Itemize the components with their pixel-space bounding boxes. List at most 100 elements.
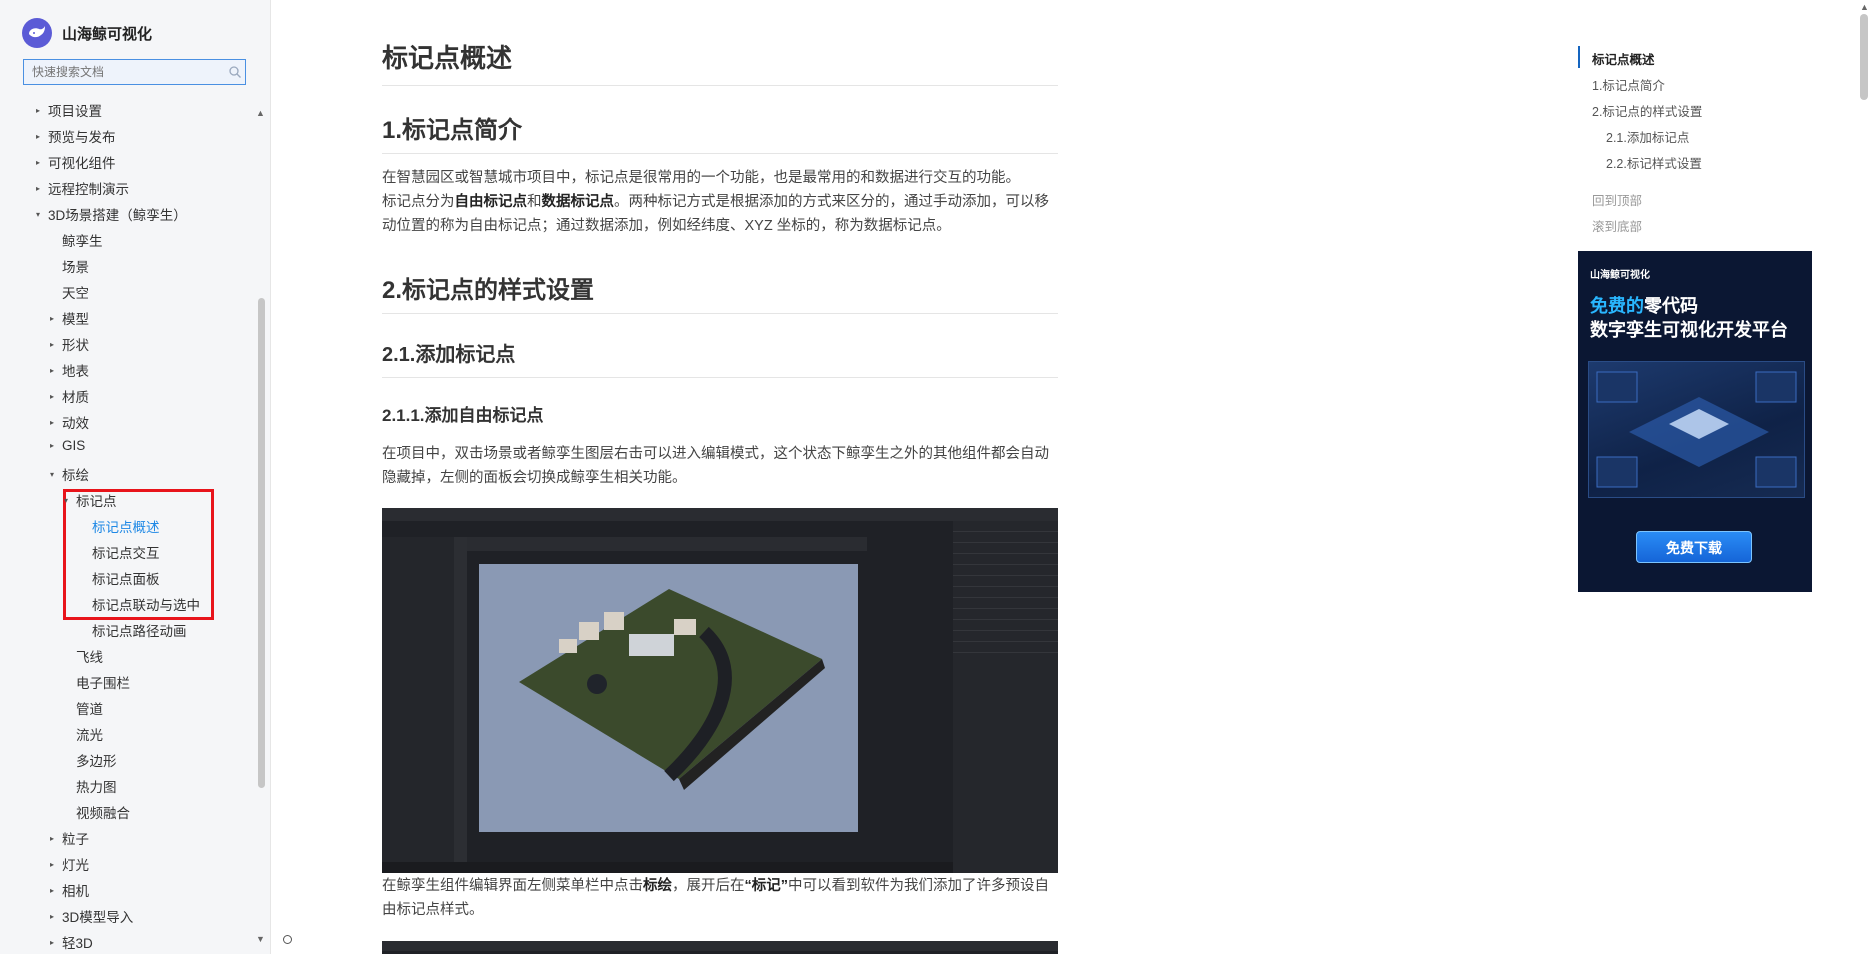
toc-item-2[interactable]: 2.标记点的样式设置 xyxy=(1592,101,1702,120)
sidebar-item-23[interactable]: 管道 xyxy=(76,698,103,718)
sidebar-item-label: 天空 xyxy=(62,286,89,301)
sidebar-item-29[interactable]: ▸ 灯光 xyxy=(50,854,89,874)
back-to-top-link[interactable]: 回到顶部 xyxy=(1592,190,1642,209)
editor-screenshot-image xyxy=(382,508,1058,873)
sidebar-item-3[interactable]: ▸ 远程控制演示 xyxy=(36,178,129,198)
sidebar-item-12[interactable]: ▸ 动效 xyxy=(50,412,89,432)
brand[interactable]: 山海鲸可视化 xyxy=(22,18,152,48)
sidebar-item-0[interactable]: ▸ 项目设置 xyxy=(36,100,102,120)
sidebar-item-label: 3D模型导入 xyxy=(62,910,134,925)
editor-statusbar xyxy=(382,862,953,873)
caret-right-icon[interactable]: ▸ xyxy=(50,314,62,323)
scroll-up-arrow-icon[interactable]: ▲ xyxy=(256,108,265,118)
sidebar-item-label: 动效 xyxy=(62,416,89,431)
sidebar-item-9[interactable]: ▸ 形状 xyxy=(50,334,89,354)
sidebar-item-label: 多边形 xyxy=(76,754,117,769)
caret-down-icon[interactable]: ▾ xyxy=(64,496,76,505)
sidebar-item-26[interactable]: 热力图 xyxy=(76,776,117,796)
caret-right-icon[interactable]: ▸ xyxy=(50,441,62,450)
caret-down-icon[interactable]: ▾ xyxy=(36,210,48,219)
scroll-down-arrow-icon[interactable]: ▼ xyxy=(256,934,265,944)
caret-right-icon[interactable]: ▸ xyxy=(36,184,48,193)
editor-layer-panel xyxy=(382,537,454,862)
sidebar-item-20[interactable]: 标记点路径动画 xyxy=(92,620,187,640)
section-heading-2-1-1: 2.1.1.添加自由标记点 xyxy=(382,406,544,425)
toc-item-2-2[interactable]: 2.2.标记样式设置 xyxy=(1606,153,1702,172)
caret-right-icon[interactable]: ▸ xyxy=(50,834,62,843)
sidebar-item-label: 热力图 xyxy=(76,780,117,795)
caret-right-icon[interactable]: ▸ xyxy=(50,886,62,895)
sidebar-item-4[interactable]: ▾ 3D场景搭建（鲸孪生） xyxy=(36,204,187,224)
sidebar-item-28[interactable]: ▸ 粒子 xyxy=(50,828,89,848)
sidebar-item-10[interactable]: ▸ 地表 xyxy=(50,360,89,380)
sidebar-scrollbar-thumb[interactable] xyxy=(258,298,265,788)
sidebar-item-31[interactable]: ▸ 3D模型导入 xyxy=(50,906,133,926)
sidebar-item-label: 场景 xyxy=(62,260,89,275)
sidebar-item-1[interactable]: ▸ 预览与发布 xyxy=(36,126,116,146)
search-input[interactable] xyxy=(24,64,224,80)
circle-marker-icon xyxy=(283,935,292,944)
section-2-1-1-paragraph-2: 在鲸孪生组件编辑界面左侧菜单栏中点击标绘，展开后在“标记”中可以看到软件为我们添… xyxy=(382,878,1049,918)
caret-right-icon[interactable]: ▸ xyxy=(50,366,62,375)
ad-brand: 山海鲸可视化 xyxy=(1590,270,1650,281)
sidebar-item-2[interactable]: ▸ 可视化组件 xyxy=(36,152,116,172)
sidebar-item-14[interactable]: ▾ 标绘 xyxy=(50,464,89,484)
caret-right-icon[interactable]: ▸ xyxy=(50,912,62,921)
toc-item-1[interactable]: 1.标记点简介 xyxy=(1592,75,1665,94)
sidebar-item-11[interactable]: ▸ 材质 xyxy=(50,386,89,406)
sidebar-item-5[interactable]: 鲸孪生 xyxy=(62,230,103,250)
ad-banner[interactable]: 山海鲸可视化 免费的零代码 数字孪生可视化开发平台 免费下载 xyxy=(1578,251,1812,592)
section-heading-1: 1.标记点简介 xyxy=(382,110,1058,154)
caret-right-icon[interactable]: ▸ xyxy=(50,418,62,427)
sidebar-item-22[interactable]: 电子围栏 xyxy=(76,672,130,692)
sidebar-item-25[interactable]: 多边形 xyxy=(76,750,117,770)
sidebar-item-6[interactable]: 场景 xyxy=(62,256,89,276)
caret-right-icon[interactable]: ▸ xyxy=(50,938,62,947)
sidebar-item-16[interactable]: 标记点概述 xyxy=(92,516,160,536)
sidebar-item-15[interactable]: ▾ 标记点 xyxy=(64,490,117,510)
caret-right-icon[interactable]: ▸ xyxy=(50,340,62,349)
sidebar-item-18[interactable]: 标记点面板 xyxy=(92,568,160,588)
sidebar-item-24[interactable]: 流光 xyxy=(76,724,103,744)
caret-down-icon[interactable]: ▾ xyxy=(50,470,62,479)
section-1-paragraph-1: 在智慧园区或智慧城市项目中，标记点是很常用的一个功能，也是最常用的和数据进行交互… xyxy=(382,170,1020,186)
toc-item-2-1[interactable]: 2.1.添加标记点 xyxy=(1606,127,1689,146)
search-box[interactable] xyxy=(23,59,246,85)
editor-tool-strip xyxy=(454,537,467,862)
caret-right-icon[interactable]: ▸ xyxy=(36,132,48,141)
editor-screenshot-image-2 xyxy=(382,941,1058,954)
section-2-1-1-paragraph-1: 在项目中，双击场景或者鲸孪生图层右击可以进入编辑模式，这个状态下鲸孪生之外的其他… xyxy=(382,446,1049,486)
sidebar-item-label: 可视化组件 xyxy=(48,156,116,171)
sidebar-item-label: 远程控制演示 xyxy=(48,182,129,197)
scroll-to-bottom-link[interactable]: 滚到底部 xyxy=(1592,216,1642,235)
ad-headline-2: 数字孪生可视化开发平台 xyxy=(1590,320,1788,340)
sidebar-item-7[interactable]: 天空 xyxy=(62,282,89,302)
editor-properties-panel xyxy=(953,521,1058,873)
sidebar-item-label: 灯光 xyxy=(62,858,89,873)
sidebar-item-30[interactable]: ▸ 相机 xyxy=(50,880,89,900)
free-download-button[interactable]: 免费下载 xyxy=(1636,531,1752,563)
search-icon[interactable] xyxy=(228,65,242,79)
section-1-paragraph-2: 标记点分为自由标记点和数据标记点。两种标记方式是根据添加的方式来区分的，通过手动… xyxy=(382,194,1049,234)
toc-active-indicator xyxy=(1578,46,1580,68)
editor-3d-viewport xyxy=(479,564,858,832)
caret-right-icon[interactable]: ▸ xyxy=(50,392,62,401)
sidebar-item-label: 标绘 xyxy=(62,468,89,483)
caret-right-icon[interactable]: ▸ xyxy=(50,860,62,869)
sidebar-item-label: 项目设置 xyxy=(48,104,102,119)
page-scrollbar-thumb[interactable] xyxy=(1860,14,1868,100)
sidebar-item-8[interactable]: ▸ 模型 xyxy=(50,308,89,328)
caret-right-icon[interactable]: ▸ xyxy=(36,158,48,167)
page-title: 标记点概述 xyxy=(382,38,1058,86)
sidebar-item-13[interactable]: ▸ GIS xyxy=(50,438,85,453)
ad-dashboard-illustration xyxy=(1588,361,1805,498)
sidebar-item-32[interactable]: ▸ 轻3D xyxy=(50,932,93,952)
sidebar-item-19[interactable]: 标记点联动与选中 xyxy=(92,594,200,614)
sidebar-item-17[interactable]: 标记点交互 xyxy=(92,542,160,562)
sidebar-item-21[interactable]: 飞线 xyxy=(76,646,103,666)
sidebar-item-27[interactable]: 视频融合 xyxy=(76,802,130,822)
toc-item-overview[interactable]: 标记点概述 xyxy=(1592,49,1655,68)
sidebar-item-label: 流光 xyxy=(76,728,103,743)
caret-right-icon[interactable]: ▸ xyxy=(36,106,48,115)
page-scroll-up-arrow-icon[interactable]: ▲ xyxy=(1860,2,1869,12)
